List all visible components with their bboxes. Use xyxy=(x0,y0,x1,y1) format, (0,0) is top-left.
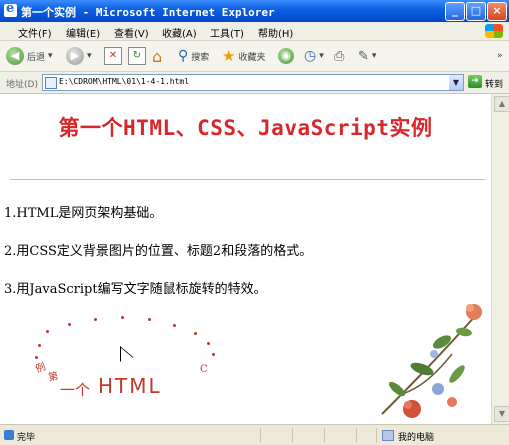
trail-char: 第 xyxy=(47,371,60,384)
divider xyxy=(292,428,293,443)
history-icon: ◷ xyxy=(304,48,317,64)
search-button[interactable]: ⚲ 搜索 xyxy=(178,46,209,66)
refresh-icon: ↻ xyxy=(128,47,146,65)
trail-char: 一个 xyxy=(60,381,91,399)
divider xyxy=(260,428,261,443)
print-icon: ⎙ xyxy=(334,48,345,64)
windows-logo-icon xyxy=(485,24,503,38)
menu-view[interactable]: 查看(V) xyxy=(114,25,149,40)
double-chevron-icon: » xyxy=(497,51,503,61)
window-title: 第一个实例 - Microsoft Internet Explorer xyxy=(21,6,275,19)
page-done-icon xyxy=(4,430,14,440)
star-icon: ★ xyxy=(222,47,236,65)
history-button[interactable]: ◷ ▾ xyxy=(304,46,324,66)
address-input[interactable]: E:\CDROM\HTML\01\1-4-1.html ▼ xyxy=(42,74,464,91)
scroll-down-icon[interactable]: ▼ xyxy=(494,406,509,422)
stop-button[interactable]: ✕ xyxy=(104,46,122,66)
address-url: E:\CDROM\HTML\01\1-4-1.html xyxy=(59,77,190,86)
vertical-scrollbar[interactable]: ▲ ▼ xyxy=(491,94,509,424)
chevron-down-icon: ▾ xyxy=(87,51,92,61)
close-button[interactable]: × xyxy=(487,2,507,21)
address-bar: 地址(D) E:\CDROM\HTML\01\1-4-1.html ▼ ➜ 转到 xyxy=(0,72,509,94)
list-item: 2.用CSS定义背景图片的位置、标题2和段落的格式。 xyxy=(4,244,313,259)
divider xyxy=(376,428,377,443)
list-item: 1.HTML是网页架构基础。 xyxy=(4,206,163,221)
trail-char: HTML xyxy=(98,374,162,398)
divider xyxy=(10,179,485,180)
flower-background-image xyxy=(381,304,482,418)
title-bar[interactable]: 第一个实例 - Microsoft Internet Explorer _ □ … xyxy=(0,0,509,22)
media-button[interactable]: ◉ xyxy=(278,46,294,66)
scroll-up-icon[interactable]: ▲ xyxy=(494,96,509,112)
toolbar-overflow-button[interactable]: » xyxy=(494,46,503,66)
minimize-button[interactable]: _ xyxy=(445,2,465,21)
security-zone: 我的电脑 xyxy=(382,430,434,443)
refresh-button[interactable]: ↻ xyxy=(128,46,146,66)
toolbar: ◀ 后退 ▾ ▶ ▾ ✕ ↻ ⌂ ⚲ 搜索 ★ 收藏夹 ◉ ◷ ▾ ⎙ ✎ ▾ … xyxy=(0,41,509,72)
search-icon: ⚲ xyxy=(178,48,189,64)
menu-tools[interactable]: 工具(T) xyxy=(210,25,244,40)
edit-button[interactable]: ✎ ▾ xyxy=(358,46,376,66)
address-label: 地址(D) xyxy=(6,80,38,90)
status-bar: 完毕 我的电脑 xyxy=(0,424,509,445)
media-icon: ◉ xyxy=(278,48,294,64)
go-button[interactable]: 转到 xyxy=(485,77,503,90)
status-text: 完毕 xyxy=(17,433,36,443)
chevron-down-icon: ▾ xyxy=(48,51,53,61)
page-content: 第一个HTML、CSS、JavaScript实例 1.HTML是网页架构基础。 … xyxy=(0,94,491,424)
back-button[interactable]: ◀ 后退 ▾ xyxy=(6,46,53,66)
forward-arrow-icon: ▶ xyxy=(66,47,84,65)
favorites-label: 收藏夹 xyxy=(238,52,266,63)
menu-bar: 文件(F) 编辑(E) 查看(V) 收藏(A) 工具(T) 帮助(H) xyxy=(0,22,509,41)
menu-edit[interactable]: 编辑(E) xyxy=(66,25,100,40)
home-button[interactable]: ⌂ xyxy=(152,46,162,66)
page-title: 第一个HTML、CSS、JavaScript实例 xyxy=(58,116,433,140)
address-dropdown-icon[interactable]: ▼ xyxy=(449,75,463,90)
go-arrow-icon[interactable]: ➜ xyxy=(468,75,482,88)
back-label: 后退 xyxy=(27,52,46,63)
favorites-button[interactable]: ★ 收藏夹 xyxy=(222,46,265,66)
divider xyxy=(324,428,325,443)
menu-help[interactable]: 帮助(H) xyxy=(258,25,293,40)
print-button[interactable]: ⎙ xyxy=(334,46,344,66)
chevron-down-icon: ▾ xyxy=(371,51,377,61)
page-icon xyxy=(45,77,57,89)
trail-char: C xyxy=(200,364,208,375)
edit-icon: ✎ xyxy=(358,48,369,64)
list-item: 3.用JavaScript编写文字随鼠标旋转的特效。 xyxy=(4,282,267,297)
divider xyxy=(356,428,357,443)
maximize-button[interactable]: □ xyxy=(466,2,486,21)
stop-icon: ✕ xyxy=(104,47,122,65)
forward-button[interactable]: ▶ ▾ xyxy=(66,46,92,66)
menu-file[interactable]: 文件(F) xyxy=(18,25,52,40)
search-label: 搜索 xyxy=(191,52,210,63)
back-arrow-icon: ◀ xyxy=(6,47,24,65)
trail-char: 例 xyxy=(34,361,48,376)
chevron-down-icon: ▾ xyxy=(319,51,324,61)
home-icon: ⌂ xyxy=(152,46,163,66)
ie-icon xyxy=(4,1,17,17)
browser-window: 第一个实例 - Microsoft Internet Explorer _ □ … xyxy=(0,0,509,445)
menu-favorites[interactable]: 收藏(A) xyxy=(162,25,197,40)
